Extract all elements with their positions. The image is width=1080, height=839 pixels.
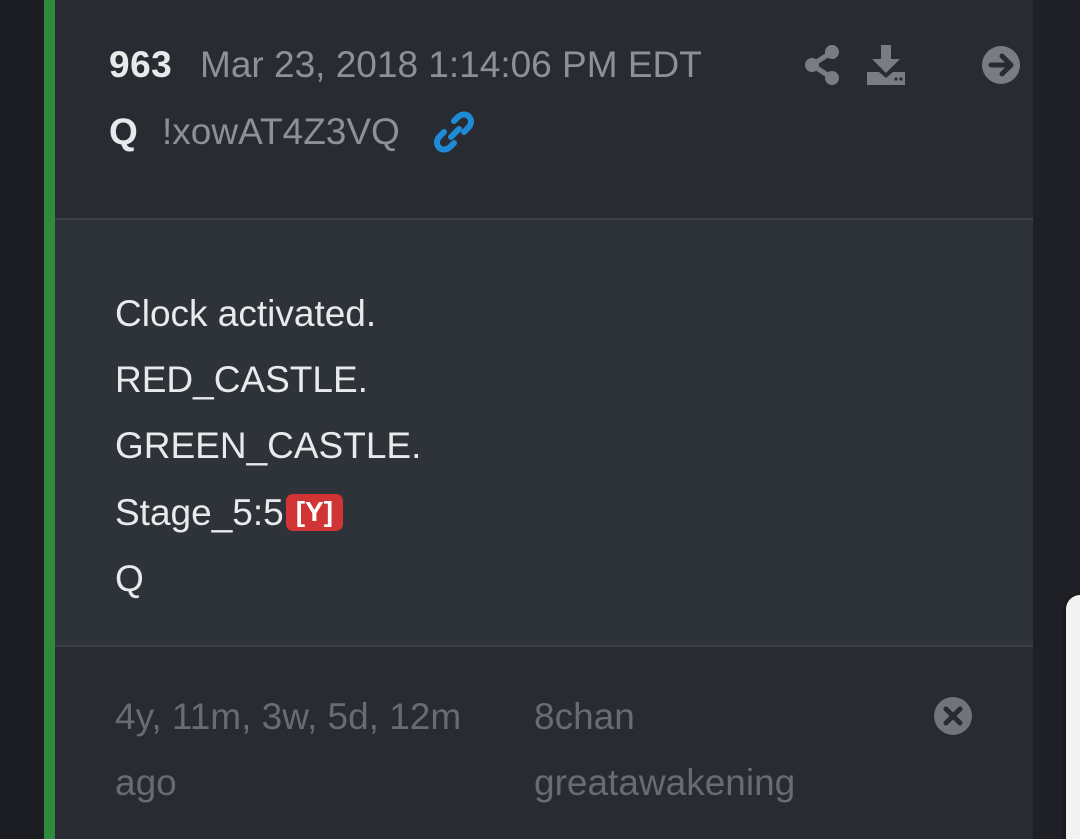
post-age: 4y, 11m, 3w, 5d, 12m ago xyxy=(115,684,461,816)
post-number: 963 xyxy=(109,44,173,85)
post-text-line: RED_CASTLE. xyxy=(115,359,368,400)
reply-badge[interactable]: [Y] xyxy=(285,494,344,531)
post-footer: 4y, 11m, 3w, 5d, 12m ago 8chan greatawak… xyxy=(55,647,1033,839)
post-text-line: Stage_5:5 xyxy=(115,492,284,533)
post-source-site: 8chan xyxy=(534,696,635,737)
post-accent-bar xyxy=(44,0,55,839)
arrow-circle-right-icon[interactable] xyxy=(981,44,1021,86)
download-icon[interactable] xyxy=(866,44,906,86)
link-icon[interactable] xyxy=(433,111,475,153)
post-source: 8chan greatawakening xyxy=(534,684,795,816)
post-body: Clock activated. RED_CASTLE. GREEN_CASTL… xyxy=(55,220,1033,647)
post-signature: Q xyxy=(115,558,144,599)
scroll-handle[interactable] xyxy=(1066,595,1080,839)
share-icon[interactable] xyxy=(803,44,843,86)
post-text-line: GREEN_CASTLE. xyxy=(115,425,422,466)
author-tripcode: !xowAT4Z3VQ xyxy=(162,111,400,152)
post-age-line: 4y, 11m, 3w, 5d, 12m xyxy=(115,696,462,737)
post-card: 963 Mar 23, 2018 1:14:06 PM EDT Q !xowAT… xyxy=(55,0,1033,839)
post-source-board: greatawakening xyxy=(534,762,796,803)
close-circle-icon[interactable] xyxy=(933,696,973,736)
post-text-line-with-badge: Stage_5:5 [Y] xyxy=(115,492,344,534)
post-timestamp: Mar 23, 2018 1:14:06 PM EDT xyxy=(200,44,702,85)
author-name: Q xyxy=(109,111,138,152)
post-age-line: ago xyxy=(115,762,177,803)
post-header: 963 Mar 23, 2018 1:14:06 PM EDT Q !xowAT… xyxy=(55,0,1033,220)
post-view: 963 Mar 23, 2018 1:14:06 PM EDT Q !xowAT… xyxy=(0,0,1080,839)
post-text-line: Clock activated. xyxy=(115,293,377,334)
